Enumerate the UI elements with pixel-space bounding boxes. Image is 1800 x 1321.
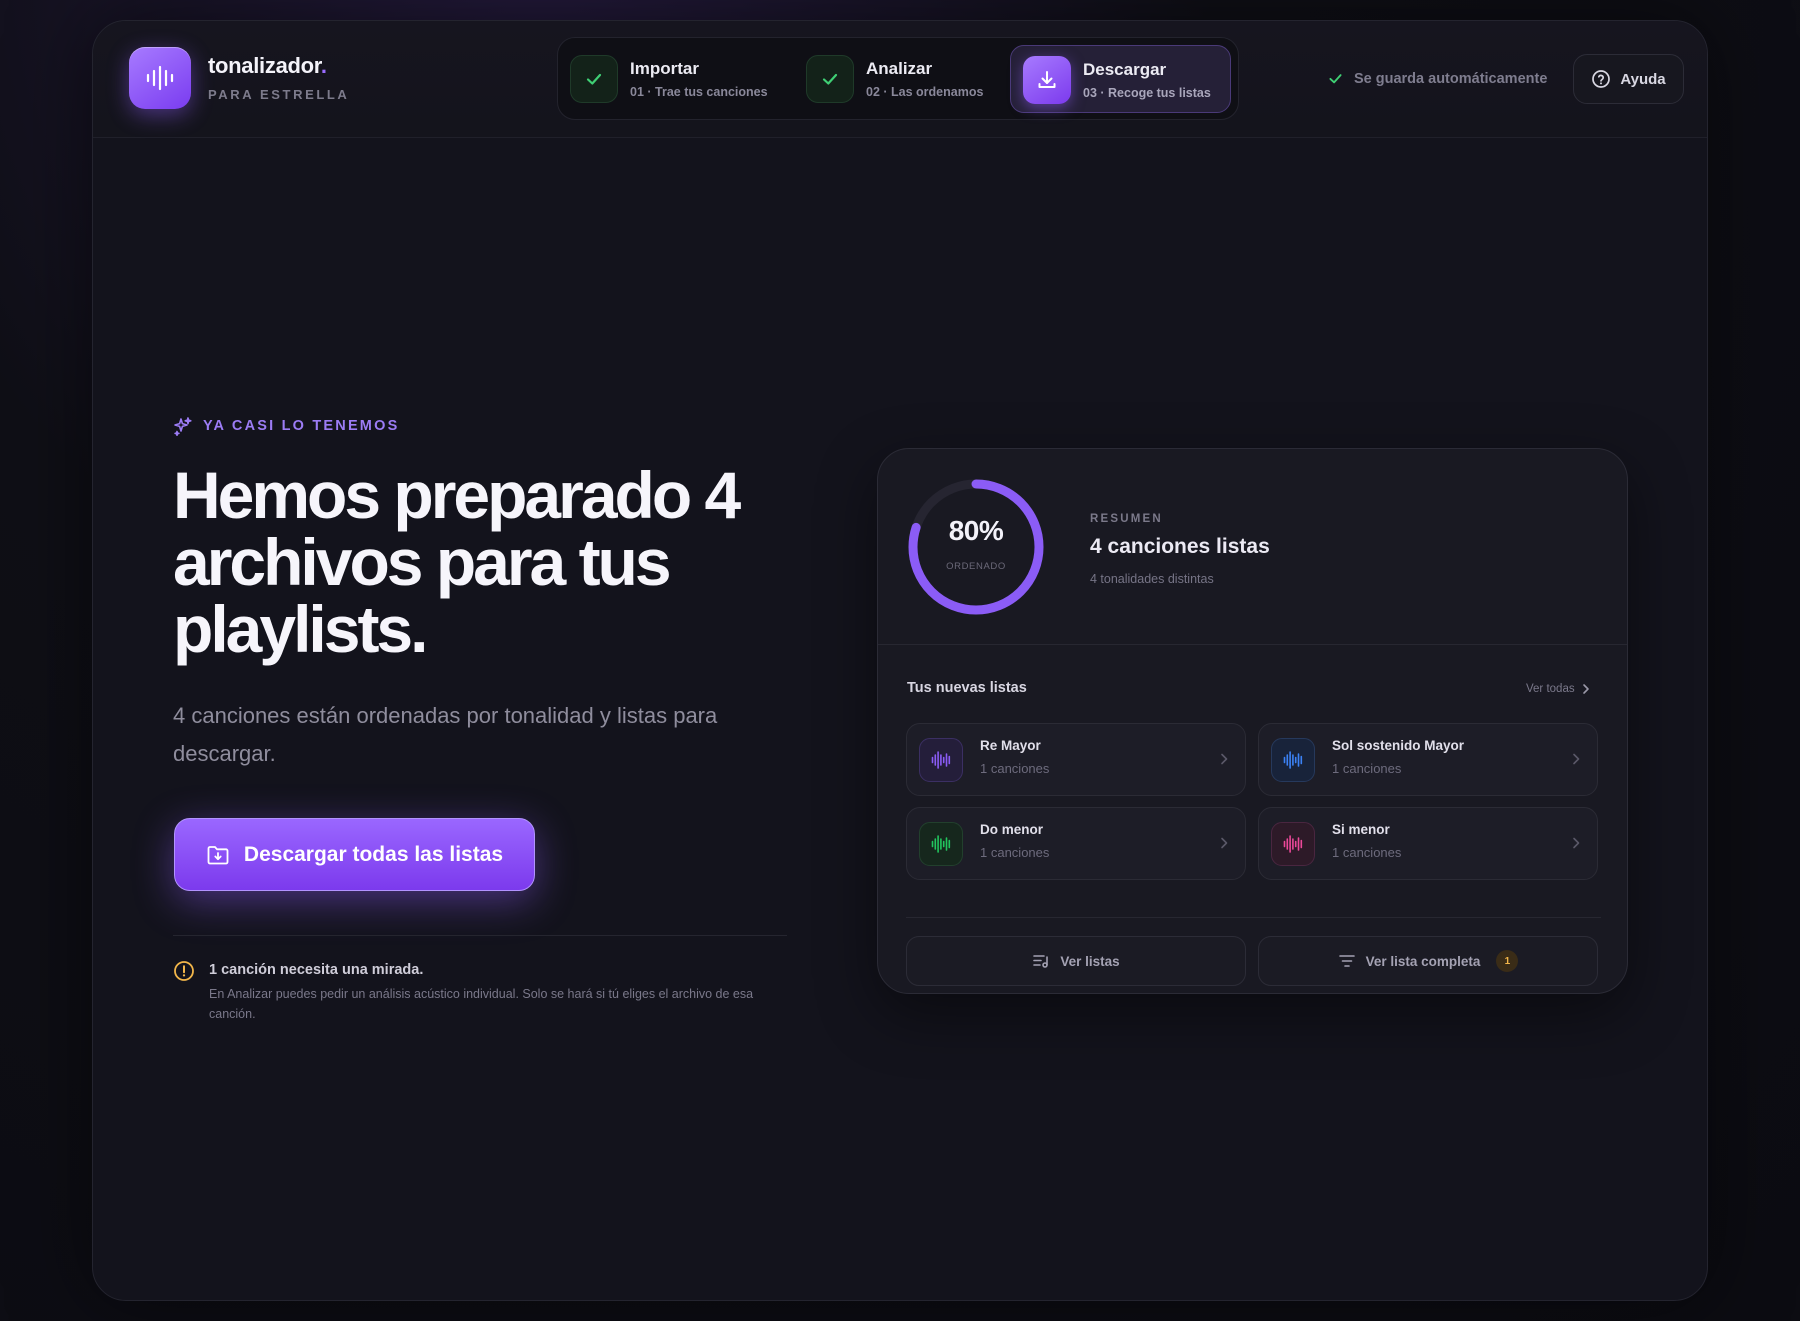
- app-logo[interactable]: [129, 47, 191, 109]
- step-subtitle: 02 · Las ordenamos: [866, 85, 984, 99]
- waveform-icon: [146, 65, 174, 91]
- chevron-right-icon: [1221, 837, 1228, 849]
- list-name: Si menor: [1332, 822, 1390, 837]
- waveform-icon: [1283, 751, 1303, 769]
- list-item-re-mayor[interactable]: Re Mayor 1 canciones: [906, 723, 1246, 796]
- step-importar[interactable]: Importar 01 · Trae tus canciones: [558, 45, 788, 113]
- divider: [173, 935, 787, 936]
- sparkles-icon: [174, 417, 192, 436]
- summary-card: 80% ORDENADO RESUMEN 4 canciones listas …: [877, 448, 1628, 994]
- notice-icon: [173, 960, 195, 987]
- eyebrow-label: YA CASI LO TENEMOS: [203, 418, 400, 434]
- notice-body: En Analizar puedes pedir un análisis acú…: [209, 987, 754, 1021]
- page-lead: 4 canciones están ordenadas por tonalida…: [173, 703, 718, 766]
- step-title: Analizar: [866, 59, 933, 78]
- filter-icon: [1338, 955, 1355, 967]
- autosave-status: Se guarda automáticamente: [1327, 70, 1547, 87]
- list-name: Re Mayor: [980, 738, 1041, 753]
- lists-title: Tus nuevas listas: [907, 680, 1027, 696]
- see-all-label: Ver todas: [1526, 683, 1575, 695]
- app-window: tonalizador. PARA ESTRELLA Importar 01 ·…: [92, 20, 1708, 1301]
- progress-percent: 80%: [948, 515, 1004, 546]
- list-count: 1 canciones: [1332, 761, 1402, 776]
- step-subtitle: 01 · Trae tus canciones: [630, 85, 768, 99]
- summary-label: RESUMEN: [1090, 513, 1163, 525]
- check-icon: [822, 73, 838, 85]
- chevron-right-icon: [1221, 753, 1228, 765]
- list-count: 1 canciones: [980, 761, 1050, 776]
- list-icon: [919, 738, 963, 782]
- brand-subtitle: PARA ESTRELLA: [208, 87, 350, 102]
- step-badge: [1023, 56, 1071, 104]
- see-all-link[interactable]: Ver todas: [1526, 683, 1591, 695]
- help-button[interactable]: Ayuda: [1573, 54, 1684, 104]
- list-icon: [1271, 738, 1315, 782]
- list-count: 1 canciones: [1332, 845, 1402, 860]
- count-badge: 1: [1496, 950, 1519, 972]
- warning-circle-icon: [174, 961, 194, 981]
- waveform-icon: [931, 835, 951, 853]
- chevron-right-icon: [1573, 753, 1580, 765]
- step-badge: [806, 55, 854, 103]
- list-item-si-menor[interactable]: Si menor 1 canciones: [1258, 807, 1598, 880]
- view-full-list-button[interactable]: Ver lista completa 1: [1258, 936, 1598, 986]
- list-icon: [1271, 822, 1315, 866]
- summary-subtitle: 4 tonalidades distintas: [1090, 572, 1214, 586]
- download-icon: [1038, 71, 1056, 88]
- folder-download-icon: [207, 845, 229, 864]
- list-icon: [919, 822, 963, 866]
- download-all-label: Descargar todas las listas: [243, 842, 504, 866]
- step-badge: [570, 55, 618, 103]
- brand-name: tonalizador.: [208, 53, 327, 78]
- check-icon: [1329, 74, 1342, 84]
- view-full-list-label: Ver lista completa: [1365, 953, 1481, 969]
- page-title: Hemos preparado 4 archivos para tus play…: [173, 458, 741, 666]
- help-circle-icon: [1592, 70, 1611, 88]
- check-icon: [586, 73, 602, 85]
- top-header: tonalizador. PARA ESTRELLA Importar 01 ·…: [93, 21, 1707, 138]
- help-label: Ayuda: [1620, 70, 1666, 88]
- step-analizar[interactable]: Analizar 02 · Las ordenamos: [794, 45, 994, 113]
- step-subtitle: 03 · Recoge tus listas: [1083, 86, 1211, 100]
- list-item-sol-sostenido-mayor[interactable]: Sol sostenido Mayor 1 canciones: [1258, 723, 1598, 796]
- view-lists-label: Ver listas: [1060, 953, 1120, 969]
- summary-header: 80% ORDENADO RESUMEN 4 canciones listas …: [878, 449, 1627, 645]
- waveform-icon: [1283, 835, 1303, 853]
- list-name: Sol sostenido Mayor: [1332, 738, 1465, 753]
- notice-title: 1 canción necesita una mirada.: [209, 962, 424, 978]
- step-title: Descargar: [1083, 60, 1167, 79]
- divider: [906, 917, 1601, 918]
- chevron-right-icon: [1582, 684, 1589, 694]
- chevron-right-icon: [1573, 837, 1580, 849]
- list-count: 1 canciones: [980, 845, 1050, 860]
- playlist-icon: [1033, 955, 1049, 968]
- list-name: Do menor: [980, 822, 1044, 837]
- list-item-do-menor[interactable]: Do menor 1 canciones: [906, 807, 1246, 880]
- progress-label: ORDENADO: [946, 561, 1006, 572]
- waveform-icon: [931, 751, 951, 769]
- step-title: Importar: [630, 59, 699, 78]
- step-descargar[interactable]: Descargar 03 · Recoge tus listas: [1010, 45, 1231, 113]
- eyebrow: YA CASI LO TENEMOS: [173, 416, 399, 436]
- view-lists-button[interactable]: Ver listas: [906, 936, 1246, 986]
- progress-ring: [908, 479, 1044, 615]
- autosave-label: Se guarda automáticamente: [1354, 70, 1548, 87]
- download-all-button[interactable]: Descargar todas las listas: [174, 818, 535, 891]
- summary-title: 4 canciones listas: [1090, 535, 1270, 558]
- progress-stepper: Importar 01 · Trae tus canciones Analiza…: [557, 37, 1239, 120]
